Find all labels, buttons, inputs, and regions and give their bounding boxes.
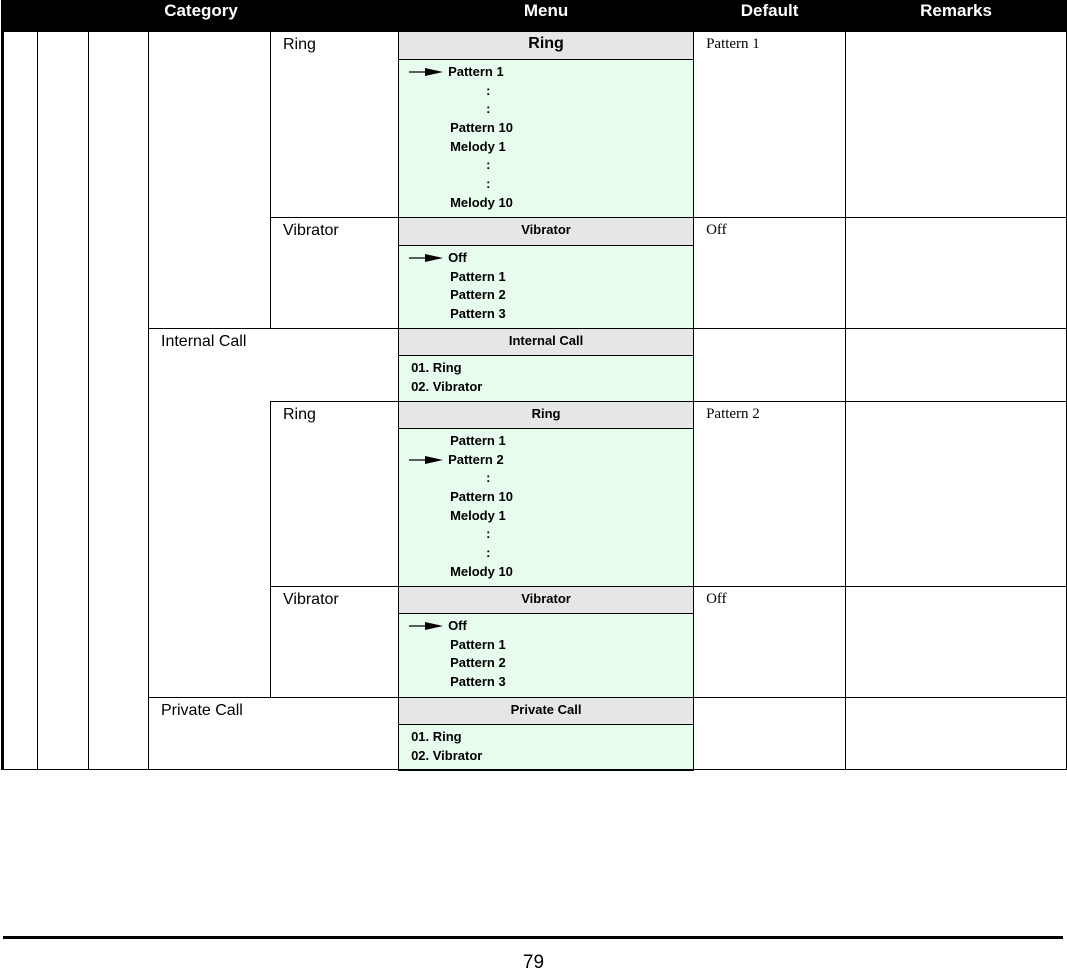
menu-option: 01. Ring (411, 360, 462, 375)
menu-option: : (486, 545, 491, 561)
category-cell-3 (88, 31, 149, 770)
default-value: Pattern 2 (693, 401, 847, 587)
menu-title: Vibrator (398, 586, 695, 614)
menu-option: Pattern 3 (450, 306, 506, 322)
menu-option: Pattern 1 (450, 433, 506, 448)
menu-option: : (486, 470, 491, 486)
menu-option: Pattern 1 (450, 636, 506, 652)
menu-option: 01. Ring (411, 729, 462, 744)
menu-option: Melody 10 (450, 194, 513, 210)
menu-options: Pattern 1:: Pattern 10 Melody 1:: Melody 10 (398, 59, 695, 218)
menu-title: Ring (398, 31, 695, 60)
menu-options: Off Pattern 1 Pattern 2 Pattern 3 (398, 245, 695, 329)
menu-option: Pattern 3 (450, 674, 506, 690)
menu-option: Off (399, 249, 693, 268)
header-category: Category (0, 0, 400, 32)
menu-option: : (486, 157, 491, 173)
row-label: Vibrator (269, 217, 400, 329)
default-value: Off (693, 586, 847, 698)
default-value: Pattern 1 (693, 31, 847, 218)
remarks-cell (845, 401, 1067, 587)
header-default: Default (693, 0, 847, 32)
menu-option: : (486, 526, 491, 542)
menu-title: Private Call (398, 697, 695, 725)
settings-table: Category Menu Default Remarks Ring Ring … (0, 0, 1067, 771)
category-cell-2 (37, 31, 89, 770)
arrow-right-icon (409, 68, 444, 76)
menu-options: Off Pattern 1 Pattern 2 Pattern 3 (398, 613, 695, 698)
category-cell-4 (148, 31, 271, 329)
row-label: Ring (269, 31, 400, 218)
default-value: Off (693, 217, 847, 329)
blank-cell (270, 328, 400, 402)
menu-option: Pattern 2 (450, 287, 506, 303)
remarks-cell (845, 697, 1067, 770)
menu-option: Pattern 2 (399, 451, 693, 470)
menu-option: Pattern 10 (450, 489, 513, 505)
row-label: Ring (269, 401, 400, 587)
menu-options: 01. Ring 02. Vibrator (398, 724, 695, 771)
menu-option: Pattern 2 (450, 655, 506, 671)
row-label: Private Call (147, 697, 400, 770)
remarks-cell (845, 217, 1067, 329)
header-remarks: Remarks (845, 0, 1067, 32)
arrow-right-icon (409, 254, 444, 262)
menu-option: : (486, 176, 491, 192)
menu-option: Melody 10 (450, 563, 513, 579)
row-label: Internal Call (148, 328, 271, 698)
page-number: 79 (522, 952, 545, 973)
menu-option: Pattern 1 (450, 268, 506, 284)
menu-options: 01. Ring 02. Vibrator (398, 355, 695, 402)
arrow-right-icon (409, 622, 444, 630)
menu-title: Internal Call (398, 328, 695, 356)
remarks-cell (845, 328, 1067, 402)
row-label: Vibrator (269, 586, 400, 698)
menu-option: 02. Vibrator (411, 378, 483, 394)
menu-option: : (486, 82, 491, 98)
menu-option: 02. Vibrator (411, 747, 483, 763)
menu-option: Off (399, 617, 693, 636)
menu-option: Pattern 1 (399, 63, 693, 82)
menu-title: Vibrator (398, 217, 695, 246)
remarks-cell (845, 31, 1067, 218)
category-cell-1 (1, 31, 38, 770)
header-menu: Menu (398, 0, 695, 32)
menu-title: Ring (398, 401, 695, 429)
menu-option: Pattern 10 (450, 120, 513, 136)
footer-divider (3, 936, 1063, 939)
default-value (693, 328, 847, 402)
menu-options: Pattern 1 Pattern 2: Pattern 10 Melody 1::M… (398, 428, 695, 587)
menu-option: Melody 1 (450, 507, 506, 523)
menu-option: Melody 1 (450, 138, 506, 154)
remarks-cell (845, 586, 1067, 698)
default-value (693, 697, 847, 770)
menu-option: : (486, 101, 491, 117)
arrow-right-icon (409, 455, 444, 464)
